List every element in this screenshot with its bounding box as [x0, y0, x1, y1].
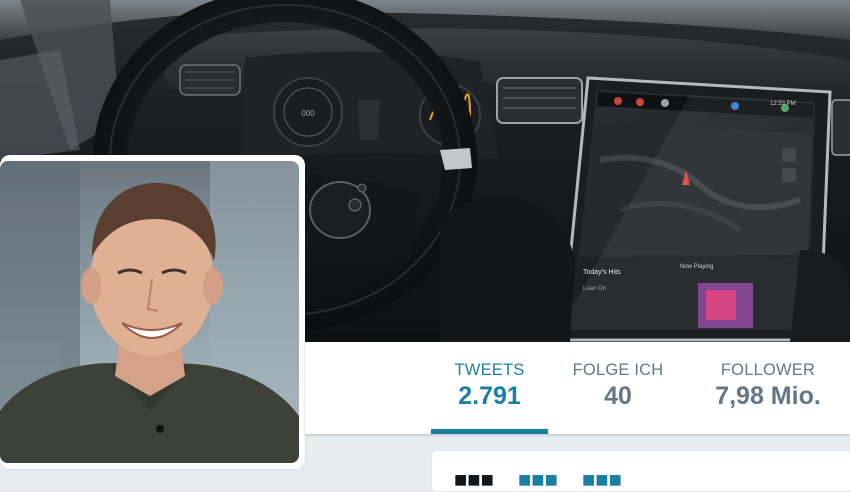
profile-avatar-frame	[0, 155, 305, 469]
tweets-stat[interactable]: TWEETS 2.791	[431, 342, 548, 434]
timeline-tab-placeholder[interactable]: ■■■	[454, 467, 494, 491]
profile-avatar[interactable]	[0, 161, 299, 463]
timeline-tabs: ■■■ ■■■ ■■■	[454, 467, 640, 491]
timeline-tab-placeholder-3[interactable]: ■■■	[582, 467, 622, 491]
tweets-label: TWEETS	[454, 361, 525, 379]
active-tab-indicator	[431, 429, 548, 434]
timeline-card: ■■■ ■■■ ■■■	[431, 450, 850, 492]
followers-stat[interactable]: FOLLOWER 7,98 Mio.	[698, 342, 838, 434]
followers-count: 7,98 Mio.	[715, 382, 821, 410]
avatar-photo	[0, 161, 299, 463]
following-stat[interactable]: FOLGE ICH 40	[563, 342, 673, 434]
following-label: FOLGE ICH	[572, 361, 664, 379]
svg-text:000: 000	[301, 109, 315, 118]
tweets-count: 2.791	[458, 382, 521, 410]
followers-label: FOLLOWER	[720, 361, 816, 379]
following-count: 40	[604, 382, 632, 410]
timeline-tab-placeholder-2[interactable]: ■■■	[518, 467, 558, 491]
profile-nav-bar: TWEETS 2.791 FOLGE ICH 40 FOLLOWER 7,98 …	[305, 342, 850, 434]
